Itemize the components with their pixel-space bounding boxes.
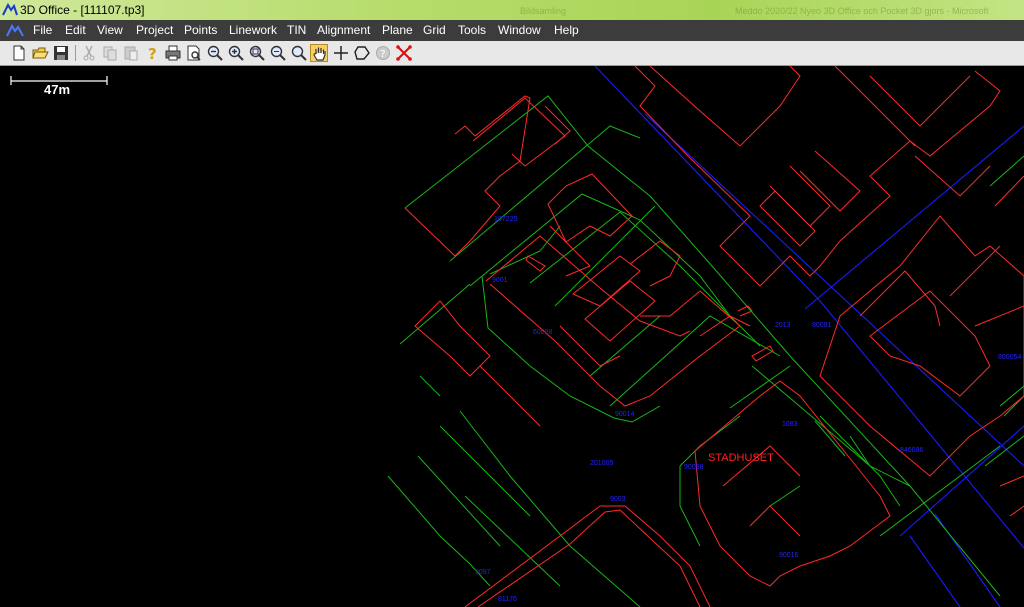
point-label: 1083 [782,421,798,428]
point-label: 846086 [900,447,924,454]
crosshair-button[interactable] [332,44,350,62]
help-pointer-button[interactable]: ? [143,44,161,62]
paste-icon [124,46,138,61]
place-name-label: STADHUSET [708,452,774,464]
menu-points[interactable]: Points [184,23,217,37]
open-button[interactable] [31,44,49,62]
point-label: 9001 [492,277,508,284]
menu-window[interactable]: Window [498,23,541,37]
zoom-in-button[interactable] [227,44,245,62]
menu-tin[interactable]: TIN [287,23,306,37]
zoom-extents-icon [291,45,307,61]
toolbar: ? ? [0,41,1024,66]
point-label: 107225 [494,216,518,223]
background-tab-text: Bildsamling [520,6,567,16]
print-preview-icon [187,45,201,61]
info-icon: ? [376,46,390,60]
polygon-button[interactable] [353,44,371,62]
zoom-previous-icon [270,45,286,61]
point-label: 2013 [775,322,791,329]
scale-bar-label: 47m [44,82,71,97]
zoom-window-button[interactable] [248,44,266,62]
menu-linework[interactable]: Linework [229,23,277,37]
zoom-previous-button[interactable] [269,44,287,62]
point-label: 800054 [998,354,1022,361]
delete-points-button[interactable] [395,44,413,62]
map-drawing [387,66,1024,607]
menu-grid[interactable]: Grid [423,23,446,37]
info-button[interactable]: ? [374,44,392,62]
point-label: 201005 [590,460,614,467]
pan-button[interactable] [310,44,328,62]
copy-icon [103,46,117,61]
zoom-extents-button[interactable] [290,44,308,62]
zoom-out-icon [207,45,223,61]
print-icon [165,45,181,61]
point-label: 90014 [615,411,635,418]
pan-hand-icon [313,47,326,61]
point-label: 9097 [475,569,491,576]
menu-alignment[interactable]: Alignment [317,23,370,37]
point-label: 90088 [684,464,704,471]
polygon-icon [354,46,370,60]
point-label: 90016 [779,552,799,559]
save-button[interactable] [52,44,70,62]
zoom-window-icon [249,45,265,61]
print-button[interactable] [164,44,182,62]
drawing-canvas[interactable]: 47m 107225 9001 60088 90014 201005 1083 … [0,66,1024,607]
toolbar-separator [75,45,76,61]
delete-points-icon [396,45,412,61]
menu-bar: File Edit View Project Points Linework T… [0,20,1024,41]
paste-button[interactable] [122,44,140,62]
cut-button[interactable] [80,44,98,62]
title-bar: 3D Office - [111107.tp3] Bildsamling Med… [0,0,1024,20]
menu-help[interactable]: Help [554,23,579,37]
save-icon [54,46,68,60]
crosshair-icon [334,46,348,60]
point-label: 9003 [610,496,626,503]
print-preview-button[interactable] [185,44,203,62]
document-menu-icon[interactable] [6,23,24,38]
window-title: 3D Office - [111107.tp3] [20,3,145,17]
new-file-icon [13,45,25,61]
cut-icon [83,45,95,61]
menu-tools[interactable]: Tools [458,23,486,37]
point-label: 60088 [533,329,553,336]
open-folder-icon [32,47,49,59]
zoom-in-icon [228,45,244,61]
svg-text:?: ? [148,45,157,62]
menu-file[interactable]: File [33,23,52,37]
menu-edit[interactable]: Edit [65,23,86,37]
point-label: 80081 [812,322,832,329]
app-logo-icon [2,3,18,16]
new-file-button[interactable] [10,44,28,62]
menu-project[interactable]: Project [136,23,173,37]
point-label: 81176 [498,596,517,603]
menu-plane[interactable]: Plane [382,23,413,37]
copy-button[interactable] [101,44,119,62]
zoom-out-button[interactable] [206,44,224,62]
svg-text:?: ? [380,49,385,60]
road-lines [594,66,1024,607]
menu-view[interactable]: View [97,23,123,37]
help-pointer-icon: ? [148,45,157,62]
background-window-text: Meddo 2020/22 Nyeo 3D Office och Pocket … [735,6,989,16]
